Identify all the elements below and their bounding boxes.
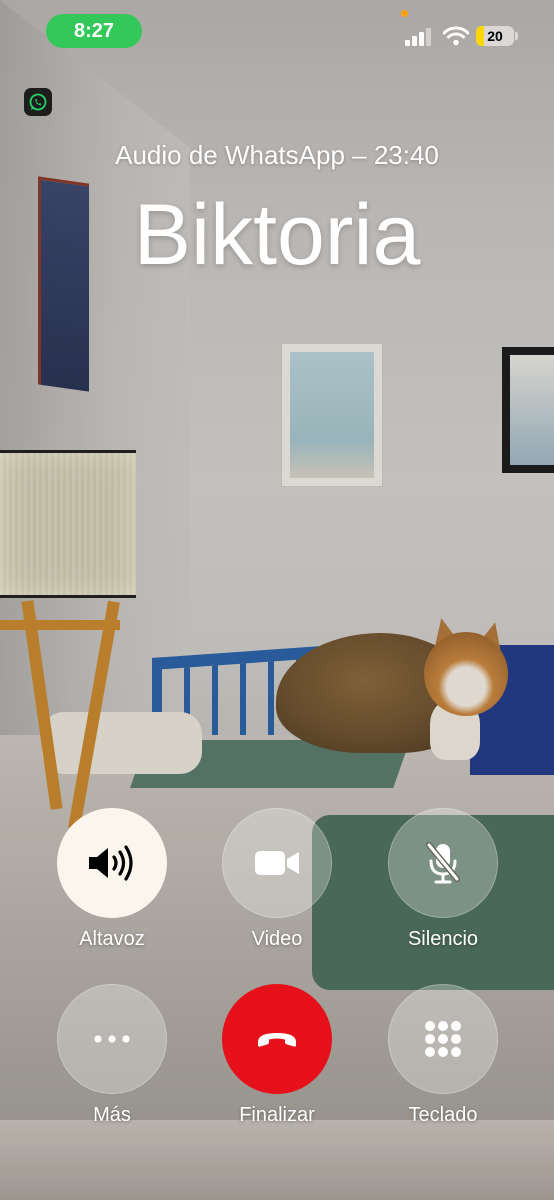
wifi-icon <box>443 26 469 46</box>
speaker-button[interactable] <box>57 808 167 918</box>
speaker-control: Altavoz <box>57 808 167 958</box>
more-label: Más <box>93 1104 131 1126</box>
video-label: Video <box>251 928 303 950</box>
keypad-icon <box>425 1021 461 1057</box>
end-call-label: Finalizar <box>239 1104 315 1126</box>
status-time[interactable]: 8:27 <box>46 14 142 48</box>
keypad-label: Teclado <box>408 1104 478 1126</box>
speaker-icon <box>89 845 133 881</box>
more-icon <box>94 1035 130 1043</box>
mute-control: Silencio <box>388 808 498 958</box>
mute-button[interactable] <box>388 808 498 918</box>
battery-level: 20 <box>487 28 503 44</box>
whatsapp-icon <box>24 88 52 116</box>
end-call-icon <box>258 1033 296 1047</box>
battery-icon: 20 <box>476 26 514 46</box>
end-call-button[interactable] <box>222 984 332 1094</box>
more-button[interactable] <box>57 984 167 1094</box>
speaker-label: Altavoz <box>79 928 145 950</box>
keypad-control: Teclado <box>388 984 498 1134</box>
battery-tip <box>515 32 518 40</box>
mute-label: Silencio <box>407 928 479 950</box>
keypad-button[interactable] <box>388 984 498 1094</box>
cellular-signal-icon <box>405 28 431 46</box>
mic-off-icon <box>426 842 460 884</box>
video-button[interactable] <box>222 808 332 918</box>
caller-name: Biktoria <box>133 187 421 283</box>
privacy-indicator-dot <box>401 10 408 17</box>
call-subtitle: Audio de WhatsApp – 23:40 <box>115 140 439 170</box>
video-control: Video <box>222 808 332 958</box>
end-call-control: Finalizar <box>222 984 332 1134</box>
video-camera-icon <box>255 851 299 875</box>
more-control: Más <box>57 984 167 1134</box>
